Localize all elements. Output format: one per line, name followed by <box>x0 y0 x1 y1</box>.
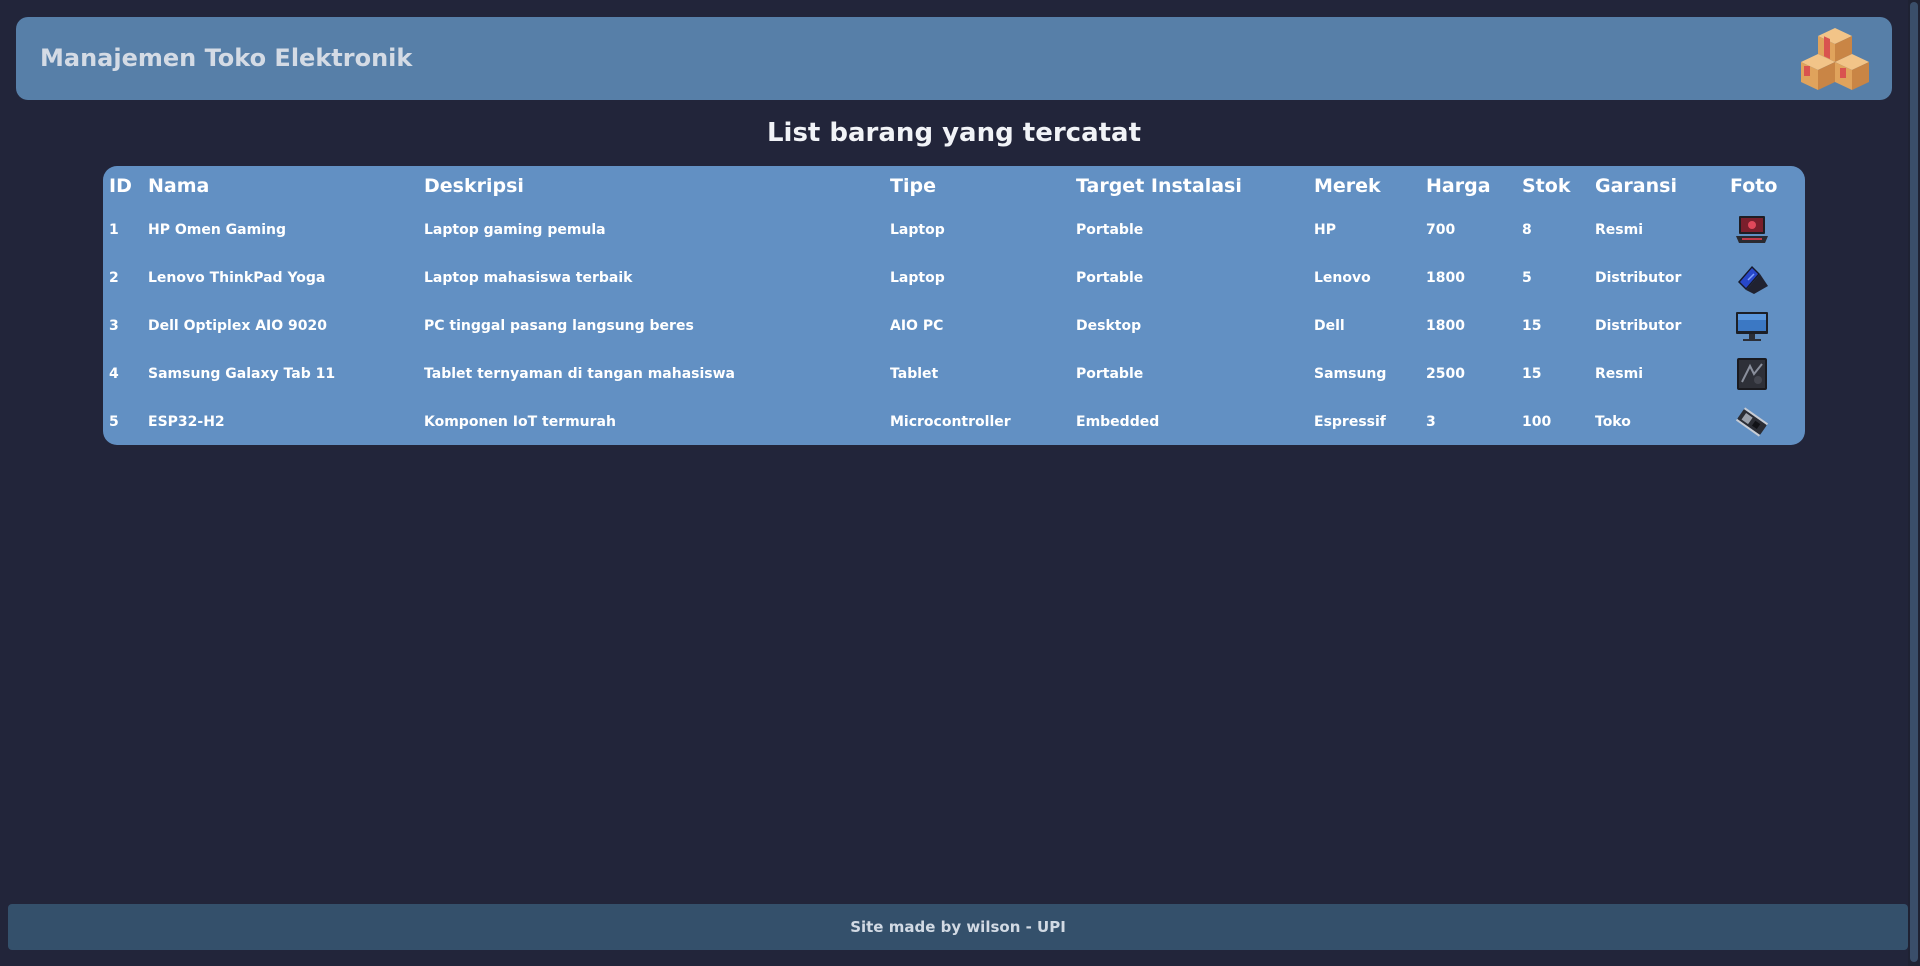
cell-nama: Samsung Galaxy Tab 11 <box>148 366 336 382</box>
cell-harga: 1800 <box>1426 270 1465 286</box>
table-row: 2 Lenovo ThinkPad Yoga Laptop mahasiswa … <box>103 254 1805 302</box>
cell-tipe: Laptop <box>890 222 945 238</box>
cell-foto <box>1724 254 1805 302</box>
cell-tipe: AIO PC <box>890 318 944 334</box>
cell-target: Portable <box>1076 366 1144 382</box>
table-row: 3 Dell Optiplex AIO 9020 PC tinggal pasa… <box>103 302 1805 350</box>
cell-harga: 3 <box>1426 414 1436 430</box>
cell-garansi: Distributor <box>1595 270 1682 286</box>
cell-target: Portable <box>1076 270 1144 286</box>
items-table: ID Nama Deskripsi Tipe Target Instalasi … <box>103 166 1805 445</box>
cell-deskripsi: Komponen IoT termurah <box>424 414 616 430</box>
app-title: Manajemen Toko Elektronik <box>40 44 413 72</box>
cell-stok: 100 <box>1522 414 1552 430</box>
footer: Site made by wilson - UPI <box>8 904 1908 950</box>
gaming-laptop-icon <box>1736 216 1768 243</box>
cell-deskripsi: Laptop mahasiswa terbaik <box>424 270 633 286</box>
table-header-row: ID Nama Deskripsi Tipe Target Instalasi … <box>103 166 1805 206</box>
cell-id: 5 <box>109 414 119 430</box>
cell-harga: 700 <box>1426 222 1456 238</box>
cell-merek: Dell <box>1314 318 1345 334</box>
page: Manajemen Toko Elektronik List barang ya… <box>0 0 1920 966</box>
page-title: List barang yang tercatat <box>766 118 1142 148</box>
column-header-merek: Merek <box>1314 175 1381 197</box>
boxes-icon <box>1801 28 1869 90</box>
column-header-tipe: Tipe <box>890 175 936 197</box>
column-header-harga: Harga <box>1426 175 1491 197</box>
cell-garansi: Distributor <box>1595 318 1682 334</box>
header-bar: Manajemen Toko Elektronik <box>16 17 1892 100</box>
cell-target: Embedded <box>1076 414 1160 430</box>
aio-pc-icon <box>1736 312 1768 341</box>
column-header-nama: Nama <box>148 175 210 197</box>
cell-foto <box>1724 206 1805 254</box>
convertible-laptop-icon <box>1738 266 1768 294</box>
cell-nama: HP Omen Gaming <box>148 222 286 238</box>
cell-merek: Lenovo <box>1314 270 1371 286</box>
table-row: 4 Samsung Galaxy Tab 11 Tablet ternyaman… <box>103 350 1805 398</box>
cell-tipe: Laptop <box>890 270 945 286</box>
column-header-garansi: Garansi <box>1595 175 1677 197</box>
cell-id: 2 <box>109 270 119 286</box>
table-row: 1 HP Omen Gaming Laptop gaming pemula La… <box>103 206 1805 254</box>
cell-tipe: Tablet <box>890 366 939 382</box>
cell-merek: Espressif <box>1314 414 1386 430</box>
cell-target: Portable <box>1076 222 1144 238</box>
cell-merek: HP <box>1314 222 1336 238</box>
cell-deskripsi: Laptop gaming pemula <box>424 222 606 238</box>
table-row: 5 ESP32-H2 Komponen IoT termurah Microco… <box>103 398 1805 445</box>
cell-foto <box>1724 350 1805 398</box>
cell-foto <box>1724 398 1805 445</box>
scrollbar-thumb[interactable] <box>1910 2 1918 962</box>
vertical-scrollbar[interactable] <box>1908 0 1920 966</box>
footer-credit: Site made by wilson - UPI <box>850 918 1066 936</box>
cell-stok: 15 <box>1522 318 1542 334</box>
microcontroller-board-icon <box>1735 407 1769 437</box>
column-header-target: Target Instalasi <box>1076 175 1242 197</box>
cell-stok: 5 <box>1522 270 1532 286</box>
cell-id: 1 <box>109 222 119 238</box>
cell-nama: ESP32-H2 <box>148 414 225 430</box>
cell-harga: 2500 <box>1426 366 1465 382</box>
cell-nama: Lenovo ThinkPad Yoga <box>148 270 326 286</box>
items-table-container: ID Nama Deskripsi Tipe Target Instalasi … <box>103 166 1805 445</box>
cell-nama: Dell Optiplex AIO 9020 <box>148 318 328 334</box>
cell-garansi: Toko <box>1595 414 1631 430</box>
cell-id: 4 <box>109 366 119 382</box>
tablet-icon <box>1737 358 1767 390</box>
cell-garansi: Resmi <box>1595 222 1643 238</box>
cell-garansi: Resmi <box>1595 366 1643 382</box>
cell-target: Desktop <box>1076 318 1142 334</box>
cell-stok: 15 <box>1522 366 1542 382</box>
column-header-id: ID <box>109 175 132 197</box>
cell-id: 3 <box>109 318 119 334</box>
cell-stok: 8 <box>1522 222 1532 238</box>
cell-harga: 1800 <box>1426 318 1465 334</box>
cell-merek: Samsung <box>1314 366 1387 382</box>
cell-deskripsi: PC tinggal pasang langsung beres <box>424 318 694 334</box>
cell-deskripsi: Tablet ternyaman di tangan mahasiswa <box>424 366 735 382</box>
column-header-foto: Foto <box>1730 175 1778 197</box>
cell-foto <box>1724 302 1805 350</box>
cell-tipe: Microcontroller <box>890 414 1011 430</box>
column-header-stok: Stok <box>1522 175 1571 197</box>
column-header-deskripsi: Deskripsi <box>424 175 524 197</box>
